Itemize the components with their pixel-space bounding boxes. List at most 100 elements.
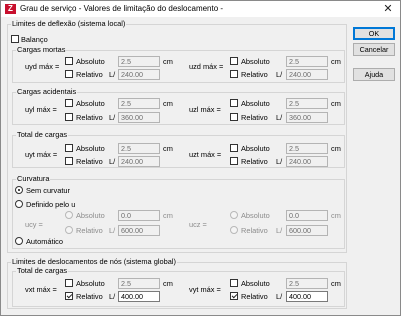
vyt-absoluto-field[interactable]: 2.5: [286, 278, 328, 289]
uyl-absoluto-field[interactable]: 2.5: [118, 98, 160, 109]
ucz-absoluto-radio[interactable]: [230, 211, 238, 219]
uzd-l-prefix: L/: [276, 70, 283, 79]
uyl-absoluto-label: Absoluto: [76, 99, 105, 108]
uzt-relativo-field[interactable]: 240.00: [286, 156, 328, 167]
total-cargas-title: Total de cargas: [16, 130, 69, 139]
uzt-max-label: uzt máx =: [189, 150, 222, 159]
vyt-relativo-field[interactable]: 400.00: [286, 291, 328, 302]
uyl-unit-label: cm: [163, 99, 173, 108]
ok-button[interactable]: OK: [353, 27, 395, 40]
uyd-l-prefix: L/: [109, 70, 116, 79]
vyt-absoluto-label: Absoluto: [241, 279, 270, 288]
uyl-absoluto-checkbox[interactable]: [65, 99, 73, 107]
vyt-l-prefix: L/: [276, 292, 283, 301]
uyt-absoluto-checkbox[interactable]: [65, 144, 73, 152]
uyt-absoluto-field[interactable]: 2.5: [118, 143, 160, 154]
ucy-relativo-radio[interactable]: [65, 226, 73, 234]
uzd-relativo-field[interactable]: 240.00: [286, 69, 328, 80]
vyt-absoluto-checkbox[interactable]: [230, 279, 238, 287]
dialog-window: Z Grau de serviço - Valores de limitação…: [0, 0, 401, 316]
uyl-relativo-checkbox[interactable]: [65, 113, 73, 121]
uyt-relativo-checkbox[interactable]: [65, 157, 73, 165]
uzl-absoluto-field[interactable]: 2.5: [286, 98, 328, 109]
uyd-relativo-label: Relativo: [76, 70, 103, 79]
ucz-relativo-label: Relativo: [241, 226, 268, 235]
title-bar: Z Grau de serviço - Valores de limitação…: [1, 1, 400, 17]
uyl-l-prefix: L/: [109, 113, 116, 122]
uzl-relativo-field[interactable]: 360.00: [286, 112, 328, 123]
ucz-label: ucz =: [189, 220, 207, 229]
uzd-absoluto-field[interactable]: 2.5: [286, 56, 328, 67]
node-displacement-title: Limites de deslocamentos de nós (sistema…: [11, 257, 177, 266]
vxt-absoluto-field[interactable]: 2.5: [118, 278, 160, 289]
uzl-relativo-label: Relativo: [241, 113, 268, 122]
uzl-l-prefix: L/: [276, 113, 283, 122]
vxt-l-prefix: L/: [109, 292, 116, 301]
uzt-absoluto-label: Absoluto: [241, 144, 270, 153]
automatico-radio[interactable]: [15, 237, 23, 245]
ucy-label: ucy =: [25, 220, 43, 229]
uzt-absoluto-checkbox[interactable]: [230, 144, 238, 152]
ucz-absoluto-label: Absoluto: [241, 211, 270, 220]
sem-curvatura-radio[interactable]: [15, 186, 23, 194]
uzd-absoluto-checkbox[interactable]: [230, 57, 238, 65]
cancel-button[interactable]: Cancelar: [353, 43, 395, 56]
uzl-relativo-checkbox[interactable]: [230, 113, 238, 121]
uyd-absoluto-field[interactable]: 2.5: [118, 56, 160, 67]
uzl-unit-label: cm: [331, 99, 341, 108]
node-total-cargas-title: Total de cargas: [16, 266, 69, 275]
ucy-relativo-field[interactable]: 600.00: [118, 225, 160, 236]
uyd-relativo-checkbox[interactable]: [65, 70, 73, 78]
uyd-max-label: uyd máx =: [25, 62, 60, 71]
balanco-checkbox[interactable]: [11, 35, 19, 43]
vyt-relativo-checkbox[interactable]: [230, 292, 238, 300]
ucz-relativo-radio[interactable]: [230, 226, 238, 234]
deflection-limits-title: Limites de deflexão (sistema local): [11, 19, 127, 28]
uzd-relativo-label: Relativo: [241, 70, 268, 79]
uzt-l-prefix: L/: [276, 157, 283, 166]
uzt-absoluto-field[interactable]: 2.5: [286, 143, 328, 154]
uyl-max-label: uyl máx =: [25, 105, 57, 114]
vxt-unit-label: cm: [163, 279, 173, 288]
vyt-relativo-label: Relativo: [241, 292, 268, 301]
balanco-label: Balanço: [21, 35, 48, 44]
vxt-absoluto-checkbox[interactable]: [65, 279, 73, 287]
ucz-relativo-field[interactable]: 600.00: [286, 225, 328, 236]
ucz-absoluto-field[interactable]: 0.0: [286, 210, 328, 221]
ucy-unit-label: cm: [163, 211, 173, 220]
uyt-l-prefix: L/: [109, 157, 116, 166]
uyt-absoluto-label: Absoluto: [76, 144, 105, 153]
uyd-absoluto-checkbox[interactable]: [65, 57, 73, 65]
vxt-relativo-checkbox[interactable]: [65, 292, 73, 300]
ucy-absoluto-radio[interactable]: [65, 211, 73, 219]
vyt-max-label: vyt máx =: [189, 285, 221, 294]
ucy-relativo-label: Relativo: [76, 226, 103, 235]
definido-label: Definido pelo u: [26, 200, 76, 209]
window-title: Grau de serviço - Valores de limitação d…: [20, 4, 224, 13]
help-button[interactable]: Ajuda: [353, 68, 395, 81]
uzd-unit-label: cm: [331, 57, 341, 66]
uyt-relativo-field[interactable]: 240.00: [118, 156, 160, 167]
uyt-max-label: uyt máx =: [25, 150, 58, 159]
uyd-relativo-field[interactable]: 240.00: [118, 69, 160, 80]
cargas-mortas-title: Cargas mortas: [16, 45, 67, 54]
uyl-relativo-field[interactable]: 360.00: [118, 112, 160, 123]
definido-radio[interactable]: [15, 200, 23, 208]
uzd-relativo-checkbox[interactable]: [230, 70, 238, 78]
uyt-unit-label: cm: [163, 144, 173, 153]
uzl-absoluto-checkbox[interactable]: [230, 99, 238, 107]
vxt-relativo-field[interactable]: 400.00: [118, 291, 160, 302]
uyd-absoluto-label: Absoluto: [76, 57, 105, 66]
uzl-max-label: uzl máx =: [189, 105, 221, 114]
uyt-relativo-label: Relativo: [76, 157, 103, 166]
ucy-absoluto-field[interactable]: 0.0: [118, 210, 160, 221]
ucz-unit-label: cm: [331, 211, 341, 220]
uyl-relativo-label: Relativo: [76, 113, 103, 122]
uzt-relativo-checkbox[interactable]: [230, 157, 238, 165]
close-icon[interactable]: ✕: [380, 2, 396, 16]
ucy-l-prefix: L/: [109, 226, 116, 235]
vxt-relativo-label: Relativo: [76, 292, 103, 301]
automatico-label: Automático: [26, 237, 63, 246]
uzd-max-label: uzd máx =: [189, 62, 224, 71]
uzd-absoluto-label: Absoluto: [241, 57, 270, 66]
